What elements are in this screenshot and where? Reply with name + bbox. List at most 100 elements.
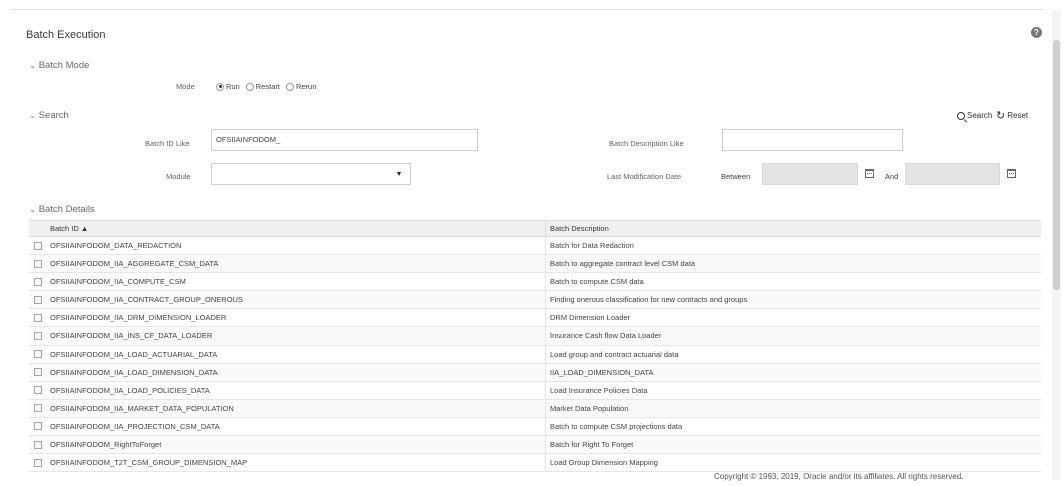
table-row[interactable]: OFSIIAINFODOM_IIA_INS_CF_DATA_LOADER Insu… [29,327,1041,346]
mode-option-restart[interactable]: Restart [245,82,280,91]
column-header-batch-id[interactable]: Batch ID ▲ [46,221,546,236]
cell-batch-description: Load group and contract actuarial data [550,349,679,359]
row-checkbox-cell [29,255,46,272]
reset-button[interactable]: ↻ Reset [996,109,1028,122]
cell-batch-description: Load Group Dimension Mapping [550,458,658,468]
scrollbar-thumb[interactable] [1053,40,1060,290]
cell-batch-description: IIA_LOAD_DIMENSION_DATA [550,367,654,377]
section-search[interactable]: ⌄ Search [29,110,69,121]
row-checkbox-cell [29,309,46,326]
cell-batch-id: OFSIIAINFODOM_IIA_PROJECTION_CSM_DATA [46,417,546,436]
chevron-down-icon: ⌄ [29,61,36,70]
and-date-input[interactable] [905,163,1000,185]
row-checkbox[interactable] [33,386,42,395]
table-row[interactable]: OFSIIAINFODOM_IIA_LOAD_ACTUARIAL_DATA Loa… [29,345,1041,364]
row-checkbox-cell [29,418,46,435]
chevron-down-icon: ⌄ [29,111,36,120]
row-checkbox[interactable] [33,404,42,413]
row-checkbox-cell [29,237,46,254]
table-row[interactable]: OFSIIAINFODOM_IIA_LOAD_POLICIES_DATA Load… [29,381,1041,400]
between-date-input[interactable] [762,163,858,185]
row-checkbox[interactable] [33,313,42,322]
calendar-icon[interactable] [1007,169,1016,178]
table-row[interactable]: OFSIIAINFODOM_IIA_PROJECTION_CSM_DATA Bat… [29,417,1041,437]
mode-option-run[interactable]: Run [216,82,240,91]
chevron-down-icon: ⌄ [29,205,36,214]
row-checkbox[interactable] [33,241,42,250]
search-button[interactable]: Search [957,111,992,120]
table-row[interactable]: OFSIIAINFODOM_RightToForget Batch for Rig… [29,436,1041,455]
table-row[interactable]: OFSIIAINFODOM_IIA_LOAD_DIMENSION_DATA IIA… [29,363,1041,382]
between-label: Between [721,172,751,181]
radio-restart[interactable] [245,82,254,91]
cell-batch-id: OFSIIAINFODOM_IIA_LOAD_POLICIES_DATA [46,381,546,399]
mode-radio-group: Run Restart Rerun [216,82,322,91]
row-checkbox[interactable] [33,422,42,431]
cell-batch-id: OFSIIAINFODOM_IIA_CONTRACT_GROUP_ONEROUS [46,291,546,309]
reset-icon: ↻ [996,109,1006,122]
table-row[interactable]: OFSIIAINFODOM_IIA_AGGREGATE_CSM_DATA Batc… [29,255,1041,274]
batch-description-input[interactable] [722,129,903,151]
row-checkbox-cell [29,346,46,363]
cell-batch-id: OFSIIAINFODOM_IIA_INS_CF_DATA_LOADER [46,327,546,345]
row-checkbox[interactable] [33,350,42,359]
table-body: OFSIIAINFODOM_DATA_REDACTION Batch for Da… [29,237,1041,473]
cell-batch-id: OFSIIAINFODOM_IIA_DRM_DIMENSION_LOADER [46,309,546,327]
row-checkbox-cell [29,327,46,344]
table-row[interactable]: OFSIIAINFODOM_IIA_DRM_DIMENSION_LOADER DR… [29,309,1041,328]
row-checkbox-cell [29,382,46,399]
module-label: Module [166,172,191,181]
radio-rerun[interactable] [285,82,294,91]
cell-batch-id: OFSIIAINFODOM_T2T_CSM_GROUP_DIMENSION_MA… [46,454,546,472]
section-label: Batch Mode [38,60,90,71]
table-row[interactable]: OFSIIAINFODOM_IIA_MARKET_DATA_POPULATION… [29,399,1041,418]
row-checkbox-cell [29,364,46,381]
radio-restart-label: Restart [255,82,280,91]
mode-option-rerun[interactable]: Rerun [285,82,316,91]
section-batch-details[interactable]: ⌄ Batch Details [29,204,95,215]
calendar-icon[interactable] [865,169,874,178]
table-row[interactable]: OFSIIAINFODOM_DATA_REDACTION Batch for Da… [29,237,1041,256]
row-checkbox-cell [29,454,46,471]
batch-id-input[interactable]: OFSIIAINFODOM_ [211,129,478,151]
radio-run-label: Run [226,82,240,91]
table-header: Batch ID ▲ Batch Description [29,220,1041,237]
cell-batch-description: Finding onerous classification for new c… [550,295,748,305]
cell-batch-id: OFSIIAINFODOM_IIA_MARKET_DATA_POPULATION [46,399,546,417]
batch-details-table: Batch ID ▲ Batch Description OFSIIAINFOD… [29,220,1041,473]
batch-execution-page: Batch Execution ? ⌄ Batch Mode Mode Run R… [0,0,1064,486]
caret-down-icon [397,172,401,176]
cell-batch-description: Batch for Right To Forget [550,440,634,450]
table-row[interactable]: OFSIIAINFODOM_IIA_CONTRACT_GROUP_ONEROUS… [29,291,1041,310]
mode-label: Mode [176,82,195,91]
search-icon [957,111,965,120]
row-checkbox[interactable] [33,277,42,286]
cell-batch-id: OFSIIAINFODOM_IIA_LOAD_DIMENSION_DATA [46,363,546,381]
section-batch-mode[interactable]: ⌄ Batch Mode [29,60,89,71]
table-row[interactable]: OFSIIAINFODOM_T2T_CSM_GROUP_DIMENSION_MA… [29,454,1041,473]
header-checkbox-cell [29,221,46,236]
top-divider [10,9,1044,10]
cell-batch-id: OFSIIAINFODOM_IIA_AGGREGATE_CSM_DATA [46,255,546,273]
table-row[interactable]: OFSIIAINFODOM_IIA_COMPUTE_CSM Batch to co… [29,273,1041,292]
page-title: Batch Execution [26,29,106,41]
last-modification-date-label: Last Modification Date [607,172,682,181]
row-checkbox[interactable] [33,332,42,341]
row-checkbox-cell [29,400,46,417]
row-checkbox-cell [29,291,46,308]
radio-run[interactable] [216,82,224,91]
row-checkbox[interactable] [33,295,42,304]
row-checkbox[interactable] [33,368,42,377]
row-checkbox[interactable] [33,259,42,268]
cell-batch-description: Market Data Population [550,403,629,413]
cell-batch-id: OFSIIAINFODOM_RightToForget [46,436,546,454]
cell-batch-description: DRM Dimension Loader [550,313,631,323]
module-select[interactable] [211,163,411,185]
cell-batch-description: Batch for Data Redaction [550,241,634,250]
column-header-batch-description[interactable]: Batch Description [546,221,1041,236]
cell-batch-description: Batch to aggregate contract level CSM da… [550,259,696,269]
row-checkbox[interactable] [33,458,42,467]
section-label: Batch Details [38,204,95,215]
row-checkbox[interactable] [33,440,42,449]
help-icon[interactable]: ? [1031,27,1042,38]
